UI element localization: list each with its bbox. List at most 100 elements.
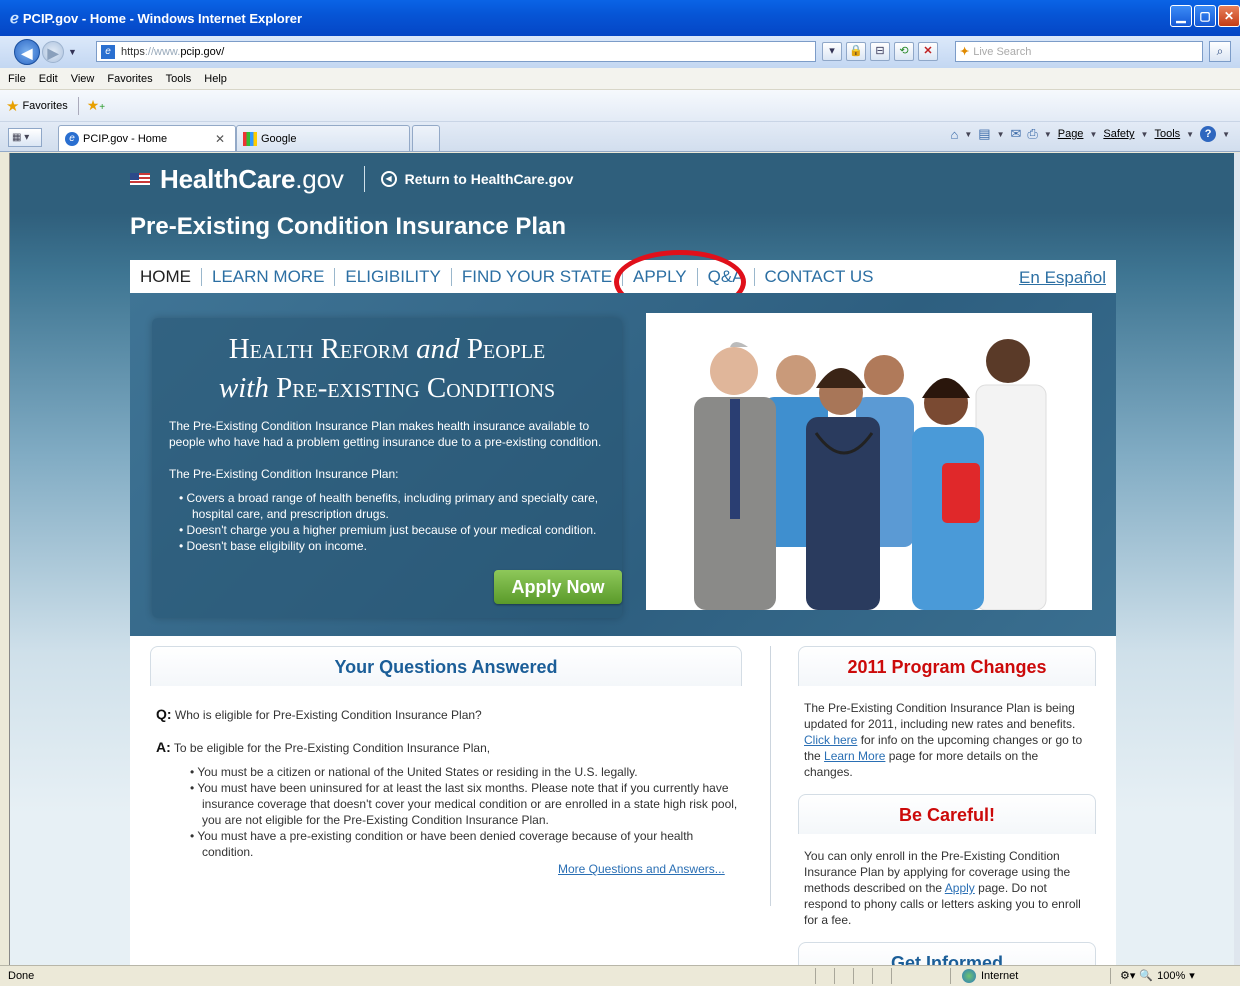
close-window-button[interactable]: ✕ <box>1218 5 1240 27</box>
nav-eligibility[interactable]: ELIGIBILITY <box>335 267 452 286</box>
site-navigation: HOME LEARN MORE ELIGIBILITY FIND YOUR ST… <box>130 260 1116 293</box>
nav-apply[interactable]: APPLY <box>623 267 698 286</box>
apply-now-button[interactable]: Apply Now <box>494 570 622 604</box>
back-button[interactable]: ◀ <box>14 39 40 65</box>
help-icon[interactable]: ? <box>1200 126 1217 142</box>
zoom-control[interactable]: ⚙▾ 🔍 100% ▾ <box>1120 969 1195 983</box>
menu-view[interactable]: View <box>71 73 95 85</box>
zoom-dropdown-icon[interactable]: ▾ <box>1189 969 1195 982</box>
logo-main: HealthCare <box>160 163 296 194</box>
safety-menu[interactable]: Safety <box>1103 128 1134 140</box>
nav-home[interactable]: HOME <box>140 267 202 286</box>
menu-bar: File Edit View Favorites Tools Help <box>0 68 1240 90</box>
favorites-button[interactable]: Favorites <box>22 100 67 112</box>
menu-edit[interactable]: Edit <box>39 73 58 85</box>
close-tab-icon[interactable]: ✕ <box>215 132 225 146</box>
minimize-button[interactable]: ▁ <box>1170 5 1192 27</box>
status-divider <box>853 968 854 984</box>
favorites-divider <box>77 96 79 115</box>
favorites-star-icon[interactable]: ★ <box>6 97 19 115</box>
program-changes-box: 2011 Program Changes The Pre-Existing Co… <box>798 646 1096 780</box>
menu-tools[interactable]: Tools <box>166 73 192 85</box>
help-dropdown-icon[interactable]: ▼ <box>1222 130 1230 139</box>
address-toolbar: ◀ ▶ ▼ e https://www. pcip.gov/ ▾ 🔒 ⊟ ⟲ ✕ … <box>0 36 1240 68</box>
print-icon[interactable]: ⎙ <box>1027 126 1037 142</box>
list-item: You must have a pre-existing condition o… <box>188 828 742 860</box>
google-icon <box>243 131 257 146</box>
q-label: Q: <box>156 706 172 722</box>
healthcare-header: HealthCare.gov ◀ Return to HealthCare.go… <box>130 163 573 195</box>
answer-intro: To be eligible for the Pre-Existing Cond… <box>173 741 491 755</box>
hero-benefits-list: Covers a broad range of health benefits,… <box>169 490 614 554</box>
zone-label: Internet <box>981 970 1019 982</box>
url-www: www. <box>154 45 181 58</box>
print-dropdown-icon[interactable]: ▼ <box>1044 130 1052 139</box>
window-titlebar: ℯ PCIP.gov - Home - Windows Internet Exp… <box>0 0 1240 36</box>
question: Q: Who is eligible for Pre-Existing Cond… <box>156 706 742 723</box>
page-dropdown-icon[interactable]: ▼ <box>1089 130 1097 139</box>
tab-pcip-home[interactable]: e PCIP.gov - Home ✕ <box>58 125 236 151</box>
add-favorite-icon[interactable]: ★+ <box>87 97 105 114</box>
en-espanol-link[interactable]: En Español <box>1019 268 1106 288</box>
ie-logo-icon: ℯ <box>10 10 19 27</box>
menu-favorites[interactable]: Favorites <box>107 73 152 85</box>
nav-find-your-state[interactable]: FIND YOUR STATE <box>452 267 624 286</box>
apply-link[interactable]: Apply <box>945 881 975 895</box>
address-dropdown-icon[interactable]: ▾ <box>822 42 842 61</box>
home-dropdown-icon[interactable]: ▼ <box>964 130 972 139</box>
page-title: Pre-Existing Condition Insurance Plan <box>130 213 567 240</box>
status-divider <box>815 968 816 984</box>
vertical-scrollbar[interactable] <box>1234 153 1240 965</box>
mail-icon[interactable]: ✉ <box>1011 126 1022 142</box>
safety-dropdown-icon[interactable]: ▼ <box>1141 130 1149 139</box>
status-divider <box>1110 968 1111 984</box>
nav-qa[interactable]: Q&A <box>698 267 755 286</box>
menu-help[interactable]: Help <box>204 73 227 85</box>
tab-google[interactable]: Google <box>236 125 410 151</box>
feeds-icon[interactable]: ▤ <box>978 126 990 142</box>
refresh-icon[interactable]: ⟲ <box>894 42 914 61</box>
lock-icon[interactable]: 🔒 <box>846 42 866 61</box>
list-item: Covers a broad range of health benefits,… <box>169 490 614 522</box>
search-icon[interactable]: ⌕ <box>1209 41 1231 62</box>
zoom-level: 100% <box>1157 969 1186 982</box>
return-to-healthcare-link[interactable]: Return to HealthCare.gov <box>405 171 574 187</box>
healthcare-logo[interactable]: HealthCare.gov <box>160 164 344 195</box>
status-divider <box>872 968 873 984</box>
home-icon[interactable]: ⌂ <box>951 127 959 142</box>
tools-menu[interactable]: Tools <box>1154 128 1180 140</box>
protected-mode-icon[interactable]: ⚙▾ <box>1120 969 1135 982</box>
compatibility-icon[interactable]: ⊟ <box>870 42 890 61</box>
feeds-dropdown-icon[interactable]: ▼ <box>997 130 1005 139</box>
search-input[interactable]: ✦ Live Search <box>955 41 1203 62</box>
maximize-button[interactable]: ▢ <box>1194 5 1216 27</box>
new-tab-button[interactable] <box>412 125 440 151</box>
tab-label: PCIP.gov - Home <box>83 132 168 145</box>
back-arrow-icon[interactable]: ◀ <box>380 171 397 187</box>
nav-learn-more[interactable]: LEARN MORE <box>202 267 336 286</box>
question-text: Who is eligible for Pre-Existing Conditi… <box>174 708 482 722</box>
recent-pages-dropdown-icon[interactable]: ▼ <box>68 47 77 57</box>
more-questions-link[interactable]: More Questions and Answers... <box>558 862 725 876</box>
nav-contact-us[interactable]: CONTACT US <box>755 267 884 286</box>
list-item: Doesn't charge you a higher premium just… <box>169 522 614 538</box>
status-divider <box>834 968 835 984</box>
hero-heading: Health Reform and People with Pre-existi… <box>152 330 622 408</box>
tools-dropdown-icon[interactable]: ▼ <box>1186 130 1194 139</box>
stop-icon[interactable]: ✕ <box>918 42 938 61</box>
address-input[interactable]: e https://www. pcip.gov/ <box>96 41 816 62</box>
hero-heading-part: and <box>416 333 460 365</box>
menu-file[interactable]: File <box>8 73 26 85</box>
window-controls: ▁ ▢ ✕ <box>1170 5 1240 27</box>
click-here-link[interactable]: Click here <box>804 733 857 747</box>
forward-button[interactable]: ▶ <box>42 41 64 63</box>
medical-staff-photo <box>646 313 1092 610</box>
page-menu[interactable]: Page <box>1058 128 1084 140</box>
program-changes-text: The Pre-Existing Condition Insurance Pla… <box>798 686 1096 780</box>
security-zone[interactable]: Internet <box>962 969 1018 983</box>
be-careful-heading: Be Careful! <box>798 794 1096 834</box>
hero-list-intro: The Pre-Existing Condition Insurance Pla… <box>169 467 399 481</box>
url-domain: pcip.gov/ <box>180 45 225 58</box>
quick-tabs-icon[interactable]: ▦ ▾ <box>8 128 42 147</box>
learn-more-link[interactable]: Learn More <box>824 749 885 763</box>
